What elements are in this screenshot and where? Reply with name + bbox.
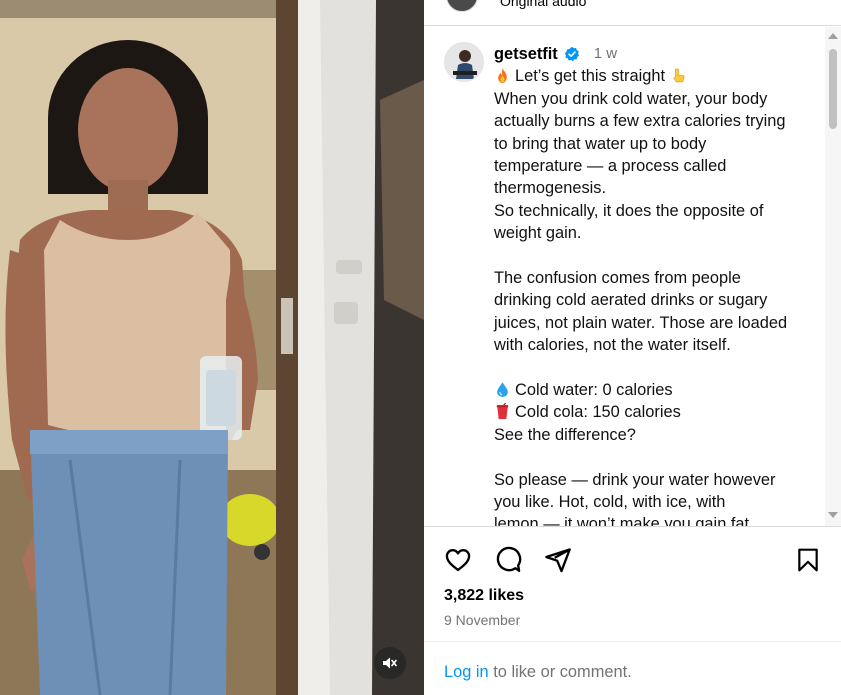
caption-line: When you drink cold water, your body	[494, 88, 818, 110]
fire-emoji-icon	[498, 68, 507, 84]
caption-text: So please — drink your water however	[494, 470, 776, 489]
caption-text: with calories, not the water itself.	[494, 336, 731, 355]
caption-text: lemon — it won’t make you gain fat.	[494, 515, 754, 526]
caption-text: Cold cola: 150 calories	[515, 403, 681, 422]
caption-line: drinking cold aerated drinks or sugary	[494, 289, 818, 311]
post-panel: Original audio getsetfit 1 w Let’s get t…	[424, 0, 841, 695]
caption-text: to bring that water up to body	[494, 134, 707, 153]
author-avatar[interactable]	[446, 0, 478, 12]
caption-text: juices, not plain water. Those are loade…	[494, 313, 788, 332]
audio-label[interactable]: Original audio	[500, 0, 586, 9]
login-prompt-text: to like or comment.	[488, 663, 632, 681]
caption-line	[494, 245, 818, 267]
login-link[interactable]: Log in	[444, 663, 489, 681]
comments-scroll-area[interactable]: getsetfit 1 w Let’s get this straight Wh…	[424, 27, 841, 526]
caption-text: See the difference?	[494, 425, 636, 444]
heart-icon	[445, 549, 471, 572]
caption-body: Let’s get this straight When you drink c…	[494, 65, 818, 526]
verified-badge-icon	[564, 47, 579, 62]
mute-button[interactable]	[374, 647, 406, 679]
caption-line: lemon — it won’t make you gain fat.	[494, 513, 818, 526]
post-header: Original audio	[424, 0, 841, 26]
caption-line: weight gain.	[494, 222, 818, 244]
pointing-down-emoji-icon	[672, 69, 685, 83]
cup-emoji-icon	[496, 403, 509, 420]
droplet-emoji-icon	[497, 382, 508, 397]
login-prompt: Log in to like or comment.	[444, 663, 632, 682]
caption-text: Let’s get this straight	[515, 67, 666, 86]
comments-scrollbar[interactable]	[825, 27, 841, 526]
divider	[424, 641, 841, 642]
caption-text: weight gain.	[494, 224, 582, 243]
likes-count[interactable]: 3,822 likes	[444, 587, 524, 605]
caption-line: See the difference?	[494, 424, 818, 446]
caption-line: So please — drink your water however	[494, 469, 818, 491]
save-button[interactable]	[792, 544, 824, 576]
avatar-image	[445, 43, 483, 81]
caption-text: temperature — a process called	[494, 157, 727, 176]
caption-line	[494, 446, 818, 468]
share-button[interactable]	[542, 544, 574, 576]
speaker-muted-icon	[383, 657, 397, 669]
username[interactable]: getsetfit	[494, 43, 558, 65]
post-caption: getsetfit 1 w Let’s get this straight Wh…	[494, 43, 818, 526]
comment-button[interactable]	[492, 544, 524, 576]
bookmark-icon	[798, 548, 818, 572]
caption-line: with calories, not the water itself.	[494, 334, 818, 356]
post-time[interactable]: 1 w	[594, 43, 617, 65]
caption-text: So technically, it does the opposite of	[494, 201, 764, 220]
caption-text: drinking cold aerated drinks or sugary	[494, 291, 768, 310]
caption-header: getsetfit 1 w	[494, 43, 818, 65]
caption-text: Cold water: 0 calories	[515, 381, 673, 400]
caption-line: temperature — a process called	[494, 155, 818, 177]
caption-line: juices, not plain water. Those are loade…	[494, 312, 818, 334]
like-button[interactable]	[442, 544, 474, 576]
share-icon	[545, 548, 571, 573]
scroll-up-arrow-icon[interactable]	[828, 33, 838, 39]
comment-icon	[496, 546, 522, 573]
action-bar	[424, 540, 841, 580]
caption-text: actually burns a few extra calories tryi…	[494, 112, 786, 131]
caption-line: The confusion comes from people	[494, 267, 818, 289]
reel-video[interactable]	[0, 0, 424, 695]
caption-line: Cold water: 0 calories	[494, 379, 818, 401]
caption-line: thermogenesis.	[494, 177, 818, 199]
caption-line: to bring that water up to body	[494, 133, 818, 155]
caption-line: you like. Hot, cold, with ice, with	[494, 491, 818, 513]
video-frame	[0, 0, 424, 695]
scroll-thumb[interactable]	[829, 49, 837, 129]
caption-line: actually burns a few extra calories tryi…	[494, 110, 818, 132]
caption-text: The confusion comes from people	[494, 269, 741, 288]
caption-line: Let’s get this straight	[494, 65, 818, 87]
caption-line: Cold cola: 150 calories	[494, 401, 818, 423]
caption-text: thermogenesis.	[494, 179, 607, 198]
caption-text: you like. Hot, cold, with ice, with	[494, 493, 726, 512]
caption-text: When you drink cold water, your body	[494, 89, 768, 108]
post-date[interactable]: 9 November	[444, 612, 520, 628]
divider	[424, 526, 841, 527]
scroll-down-arrow-icon[interactable]	[828, 512, 838, 518]
caption-line	[494, 357, 818, 379]
caption-avatar[interactable]	[444, 42, 484, 82]
caption-line: So technically, it does the opposite of	[494, 200, 818, 222]
